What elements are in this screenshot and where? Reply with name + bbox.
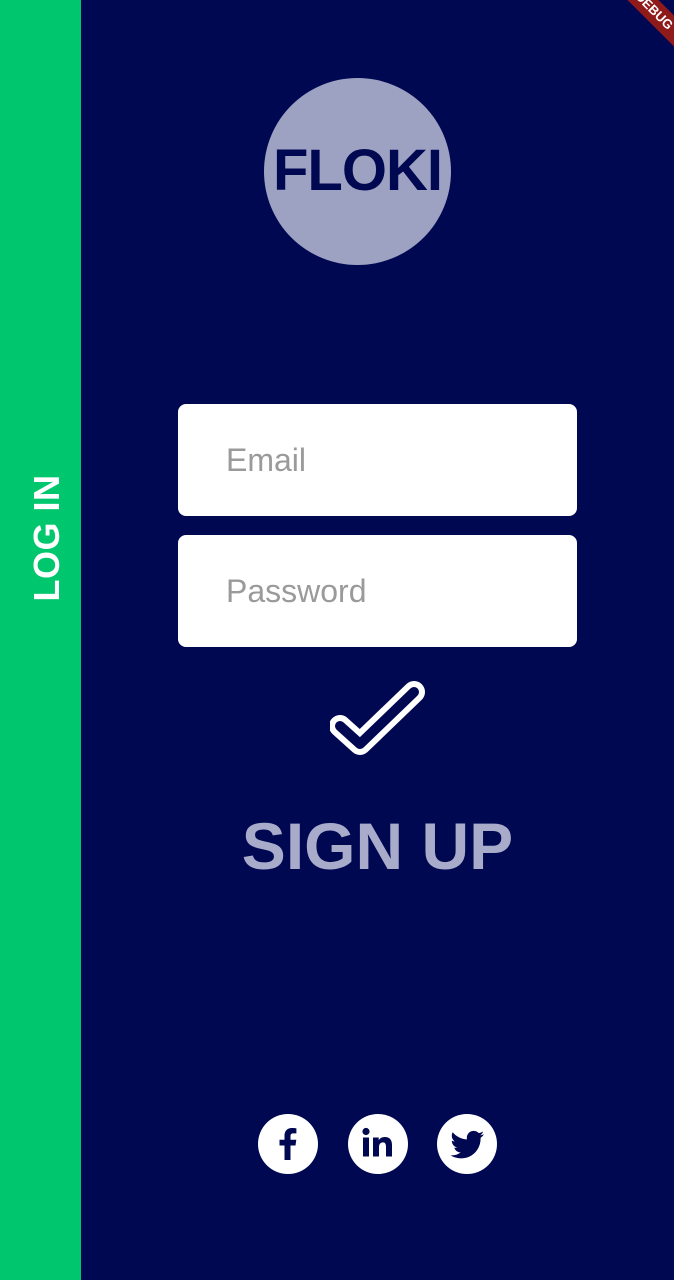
sign-up-button[interactable]: SIGN UP	[178, 808, 577, 884]
linkedin-button[interactable]	[348, 1114, 408, 1174]
checkmark-icon	[329, 681, 425, 755]
submit-button[interactable]	[329, 680, 426, 760]
app-logo: FLOKI	[264, 78, 451, 265]
login-side-tab[interactable]: LOG IN	[0, 0, 81, 1280]
logo-text: FLOKI	[273, 138, 443, 203]
linkedin-icon	[362, 1127, 392, 1157]
facebook-icon	[279, 1128, 297, 1160]
email-field[interactable]	[178, 404, 577, 516]
twitter-icon	[450, 1130, 484, 1159]
social-links	[258, 1114, 498, 1174]
twitter-button[interactable]	[437, 1114, 497, 1174]
login-tab-label: LOG IN	[26, 474, 67, 602]
debug-banner: DEBUG	[603, 0, 674, 62]
password-field[interactable]	[178, 535, 577, 647]
facebook-button[interactable]	[258, 1114, 318, 1174]
login-screen: LOG IN DEBUG FLOKI SIGN UP	[0, 0, 674, 1280]
